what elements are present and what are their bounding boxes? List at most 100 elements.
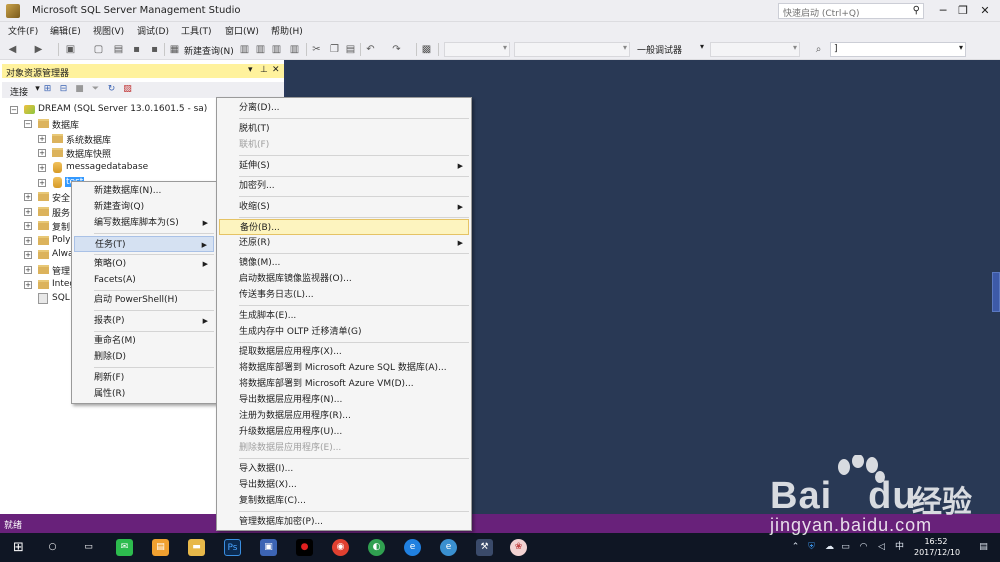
start-windows-icon[interactable]: ⊞ bbox=[10, 539, 27, 556]
analysis-query-icon[interactable]: ▥ bbox=[254, 43, 267, 56]
properties-side-tab[interactable] bbox=[992, 272, 1000, 312]
menu-delete[interactable]: 删除(D) bbox=[74, 349, 214, 365]
cut-icon[interactable]: ✂ bbox=[310, 43, 323, 56]
edge-browser-icon[interactable]: e bbox=[404, 539, 421, 556]
menu-script-database-as[interactable]: 编写数据库脚本为(S) ▶ bbox=[74, 215, 214, 231]
search-icon[interactable]: ⚲ bbox=[913, 5, 920, 16]
tray-chevron-icon[interactable]: ⌃ bbox=[790, 542, 801, 553]
expand-icon[interactable]: + bbox=[38, 164, 46, 172]
restore-button[interactable]: ❐ bbox=[954, 3, 972, 19]
activity-monitor-icon[interactable]: ▨ bbox=[122, 84, 133, 95]
menu-bring-online[interactable]: 联机(F) bbox=[219, 137, 469, 153]
menu-oltp-migration[interactable]: 生成内存中 OLTP 迁移清单(G) bbox=[219, 324, 469, 340]
expand-icon[interactable]: + bbox=[24, 281, 32, 289]
menu-refresh[interactable]: 刷新(F) bbox=[74, 370, 214, 386]
menu-mirror[interactable]: 镜像(M)... bbox=[219, 255, 469, 271]
menu-backup[interactable]: 备份(B)... bbox=[219, 219, 469, 235]
menu-encrypt-columns[interactable]: 加密列... bbox=[219, 178, 469, 194]
search-circle-icon[interactable]: ○ bbox=[44, 539, 61, 556]
expand-icon[interactable]: + bbox=[24, 237, 32, 245]
menu-mirroring-monitor[interactable]: 启动数据库镜像监视器(O)... bbox=[219, 271, 469, 287]
menu-tools[interactable]: 工具(T) bbox=[181, 24, 212, 37]
copy-icon[interactable]: ❐ bbox=[328, 43, 341, 56]
minimize-button[interactable]: ─ bbox=[934, 3, 952, 19]
menu-tasks[interactable]: 任务(T) ▶ bbox=[74, 236, 214, 252]
open-file-icon[interactable]: ▤ bbox=[112, 43, 125, 56]
menu-export-data[interactable]: 导出数据(X)... bbox=[219, 477, 469, 493]
cloud-app-icon[interactable]: ▤ bbox=[152, 539, 169, 556]
collapse-icon[interactable]: − bbox=[24, 120, 32, 128]
forward-icon[interactable]: ▶ bbox=[32, 43, 45, 56]
menu-reports[interactable]: 报表(P) ▶ bbox=[74, 313, 214, 329]
undo-icon[interactable]: ↶ bbox=[364, 43, 377, 56]
shield-icon[interactable]: ⛨ bbox=[806, 542, 817, 553]
ime-indicator[interactable]: 中 bbox=[894, 542, 905, 553]
menu-edit[interactable]: 编辑(E) bbox=[50, 24, 81, 37]
menu-window[interactable]: 窗口(W) bbox=[225, 24, 259, 37]
wechat-icon[interactable]: ✉ bbox=[116, 539, 133, 556]
back-icon[interactable]: ◀ bbox=[6, 43, 19, 56]
cloud-tray-icon[interactable]: ☁ bbox=[824, 542, 835, 553]
menu-register-data-tier[interactable]: 注册为数据层应用程序(R)... bbox=[219, 408, 469, 424]
close-icon[interactable]: ✕ bbox=[272, 65, 280, 75]
disconnect-icon[interactable]: ⊟ bbox=[58, 84, 69, 95]
attach-combo[interactable]: ▾ bbox=[710, 42, 800, 57]
stop-icon[interactable]: ■ bbox=[74, 84, 85, 95]
new-query-icon[interactable]: ▦ bbox=[168, 43, 181, 56]
menu-rename[interactable]: 重命名(M) bbox=[74, 333, 214, 349]
menu-deploy-azure-vm[interactable]: 将数据库部署到 Microsoft Azure VM(D)... bbox=[219, 376, 469, 392]
system-clock[interactable]: 16:52 2017/12/10 bbox=[914, 536, 960, 558]
photoshop-icon[interactable]: Ps bbox=[224, 539, 241, 556]
menu-policies[interactable]: 策略(O) ▶ bbox=[74, 256, 214, 272]
volume-icon[interactable]: ◁ bbox=[876, 542, 887, 553]
save-icon[interactable]: ▪ bbox=[130, 43, 143, 56]
menu-view[interactable]: 视图(V) bbox=[93, 24, 124, 37]
collapse-icon[interactable]: − bbox=[10, 106, 18, 114]
menu-take-offline[interactable]: 脱机(T) bbox=[219, 121, 469, 137]
menu-deploy-azure-sql[interactable]: 将数据库部署到 Microsoft Azure SQL 数据库(A)... bbox=[219, 360, 469, 376]
menu-help[interactable]: 帮助(H) bbox=[271, 24, 303, 37]
battery-icon[interactable]: ▭ bbox=[840, 542, 851, 553]
find-in-files-icon[interactable]: ⌕ bbox=[812, 43, 825, 56]
notification-icon[interactable]: ▤ bbox=[978, 542, 989, 553]
menu-debug[interactable]: 调试(D) bbox=[137, 24, 169, 37]
menu-detach[interactable]: 分离(D)... bbox=[219, 100, 469, 116]
window-position-icon[interactable]: ▾ bbox=[248, 65, 253, 75]
menu-copy-database[interactable]: 复制数据库(C)... bbox=[219, 493, 469, 509]
menu-delete-data-tier[interactable]: 删除数据层应用程序(E)... bbox=[219, 440, 469, 456]
menu-export-data-tier[interactable]: 导出数据层应用程序(N)... bbox=[219, 392, 469, 408]
new-file-icon[interactable]: ▢ bbox=[92, 43, 105, 56]
menu-file[interactable]: 文件(F) bbox=[8, 24, 38, 37]
debugger-combo[interactable]: 一般调试器 ▾ bbox=[634, 42, 706, 57]
expand-icon[interactable]: + bbox=[24, 222, 32, 230]
remote-desktop-icon[interactable]: ▣ bbox=[260, 539, 277, 556]
pin-icon[interactable]: ⊥ bbox=[260, 65, 268, 75]
close-button[interactable]: ✕ bbox=[976, 3, 994, 19]
filter-icon[interactable]: ⏷ bbox=[90, 84, 101, 95]
chrome-icon[interactable]: ◉ bbox=[332, 539, 349, 556]
expand-icon[interactable]: + bbox=[38, 149, 46, 157]
connect-icon[interactable]: ⊞ bbox=[42, 84, 53, 95]
new-project-icon[interactable]: ▣ bbox=[64, 43, 77, 56]
expand-icon[interactable]: + bbox=[38, 179, 46, 187]
network-icon[interactable]: ◠ bbox=[858, 542, 869, 553]
menu-ship-transaction-logs[interactable]: 传送事务日志(L)... bbox=[219, 287, 469, 303]
menu-properties[interactable]: 属性(R) bbox=[74, 386, 214, 402]
ssms-task-icon[interactable]: ⚒ bbox=[476, 539, 493, 556]
find-combo[interactable]: ] ▾ bbox=[830, 42, 966, 57]
menu-stretch[interactable]: 延伸(S) ▶ bbox=[219, 158, 469, 174]
solution-config-combo[interactable]: ▾ bbox=[444, 42, 510, 57]
menu-extract-data-tier[interactable]: 提取数据层应用程序(X)... bbox=[219, 344, 469, 360]
expand-icon[interactable]: + bbox=[24, 208, 32, 216]
menu-upgrade-data-tier[interactable]: 升级数据层应用程序(U)... bbox=[219, 424, 469, 440]
app-icon[interactable]: ❀ bbox=[510, 539, 527, 556]
connect-button[interactable]: 连接 bbox=[10, 85, 28, 98]
browser-icon[interactable]: ◐ bbox=[368, 539, 385, 556]
quick-launch-input[interactable]: 快速启动 (Ctrl+Q) ⚲ bbox=[778, 3, 924, 19]
menu-restore[interactable]: 还原(R) ▶ bbox=[219, 235, 469, 251]
refresh-icon[interactable]: ↻ bbox=[106, 84, 117, 95]
expand-icon[interactable]: + bbox=[24, 266, 32, 274]
db-engine-query-icon[interactable]: ▥ bbox=[238, 43, 251, 56]
save-all-icon[interactable]: ▪ bbox=[148, 43, 161, 56]
menu-facets[interactable]: Facets(A) bbox=[74, 272, 214, 288]
